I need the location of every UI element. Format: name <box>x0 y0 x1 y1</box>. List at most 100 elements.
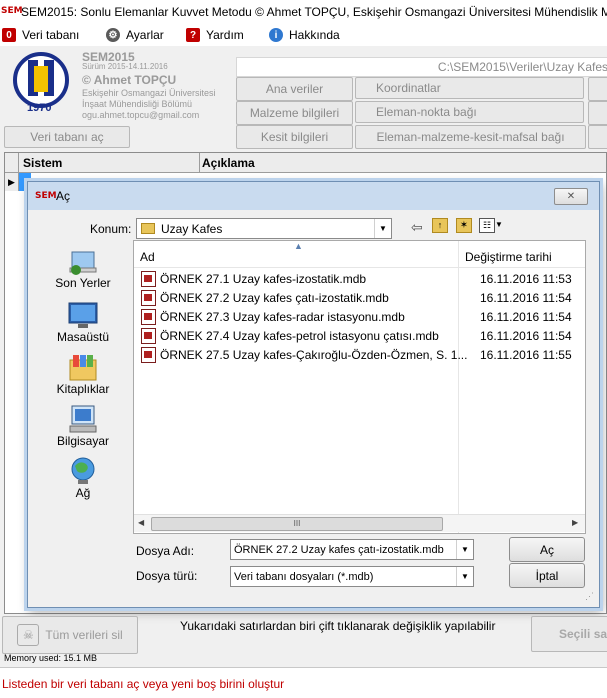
resize-grip-icon[interactable]: ⋰ <box>585 591 594 602</box>
zero-icon: 0 <box>2 28 16 42</box>
kesit-bilgileri-button[interactable]: Kesit bilgileri <box>236 125 353 149</box>
konum-value: Uzay Kafes <box>161 221 223 236</box>
menu-item-ayarlar[interactable]: ⚙ Ayarlar <box>106 27 164 43</box>
title-bar: SEM SEM2015: Sonlu Elemanlar Kuvvet Meto… <box>0 0 607 25</box>
ana-veriler-button[interactable]: Ana veriler <box>236 77 353 101</box>
path-field: C:\SEM2015\Veriler\Uzay Kafes <box>236 57 607 77</box>
menu-item-hakkinda[interactable]: i Hakkında <box>269 27 340 43</box>
horizontal-scrollbar[interactable]: ◀ III ▶ <box>134 514 585 532</box>
menu-item-label: Ayarlar <box>126 28 164 42</box>
database-file-icon <box>141 328 156 344</box>
menu-item-label: Veri tabanı <box>22 28 80 42</box>
libraries-icon <box>68 352 98 382</box>
delete-all-button[interactable]: ☠ Tüm verileri sil <box>2 616 138 654</box>
chevron-down-icon: ▼ <box>374 219 391 238</box>
place-label: Ağ <box>75 486 91 500</box>
file-name: ÖRNEK 27.1 Uzay kafes-izostatik.mdb <box>160 272 367 286</box>
file-row[interactable]: ÖRNEK 27.2 Uzay kafes çatı-izostatik.mdb… <box>141 289 581 307</box>
file-row[interactable]: ÖRNEK 27.4 Uzay kafes-petrol istasyonu ç… <box>141 327 581 345</box>
new-folder-icon[interactable]: ✶ <box>456 218 472 233</box>
selected-row-button[interactable]: Seçili sat <box>531 616 607 652</box>
column-header-ad[interactable]: Ad <box>140 250 155 264</box>
status-bar: Listeden bir veri tabanı aç veya yeni bo… <box>0 667 607 698</box>
column-divider <box>199 153 200 172</box>
extra-button-1[interactable] <box>588 77 607 101</box>
app-logo-icon: SEM <box>1 6 23 16</box>
memory-readout: Memory used: 15.1 MB <box>4 653 98 663</box>
eleman-nokta-bagi-button[interactable]: Eleman-nokta bağı <box>355 101 584 123</box>
file-date: 16.11.2016 11:53 <box>480 272 572 286</box>
malzeme-bilgileri-button[interactable]: Malzeme bilgileri <box>236 101 353 125</box>
up-folder-icon[interactable]: ↑ <box>432 218 448 233</box>
menu-item-label: Yardım <box>206 28 244 42</box>
scroll-left-icon[interactable]: ◀ <box>138 518 144 527</box>
filetype-dropdown[interactable]: Veri tabanı dosyaları (*.mdb) ▼ <box>230 566 474 587</box>
help-icon: ? <box>186 28 200 42</box>
view-chevron-icon[interactable]: ▼ <box>495 220 503 229</box>
app-university: Eskişehir Osmangazi Üniversitesi <box>82 88 216 98</box>
folder-icon <box>141 223 155 234</box>
place-kitapliklar[interactable]: Kitaplıklar <box>43 352 123 396</box>
column-header-aciklama[interactable]: Açıklama <box>202 156 255 170</box>
column-header-date[interactable]: Değiştirme tarihi <box>465 250 552 264</box>
delete-all-label: Tüm verileri sil <box>45 628 123 642</box>
window-title: SEM2015: Sonlu Elemanlar Kuvvet Metodu ©… <box>21 5 607 19</box>
menu-item-veri-tabani[interactable]: 0 Veri tabanı <box>2 27 79 43</box>
place-label: Son Yerler <box>55 276 111 290</box>
open-file-dialog: SEM Aç ✕ Konum: Uzay Kafes ▼ ⇦ ↑ ✶ ☷ ▼ S… <box>27 181 600 608</box>
place-bilgisayar[interactable]: Bilgisayar <box>43 404 123 448</box>
file-name: ÖRNEK 27.3 Uzay kafes-radar istasyonu.md… <box>160 310 405 324</box>
place-son-yerler[interactable]: Son Yerler <box>43 246 123 290</box>
info-icon: i <box>269 28 283 42</box>
recent-places-icon <box>68 246 98 276</box>
file-list[interactable]: Ad ▲ Değiştirme tarihi ÖRNEK 27.1 Uzay k… <box>133 240 586 534</box>
cancel-button[interactable]: İptal <box>509 563 585 588</box>
back-icon[interactable]: ⇦ <box>411 219 423 236</box>
chevron-down-icon[interactable]: ▼ <box>456 540 473 559</box>
place-label: Kitaplıklar <box>56 382 110 396</box>
file-name: ÖRNEK 27.2 Uzay kafes çatı-izostatik.mdb <box>160 291 389 305</box>
column-header-sistem[interactable]: Sistem <box>23 156 62 170</box>
file-date: 16.11.2016 11:54 <box>480 310 572 324</box>
open-button[interactable]: Aç <box>509 537 585 562</box>
app-email: ogu.ahmet.topcu@gmail.com <box>82 110 200 120</box>
logo-year: 1970 <box>27 102 52 114</box>
place-ag[interactable]: Ağ <box>43 456 123 500</box>
place-masaustu[interactable]: Masaüstü <box>43 300 123 344</box>
konum-dropdown[interactable]: Uzay Kafes ▼ <box>136 218 392 239</box>
filename-value: ÖRNEK 27.2 Uzay kafes çatı-izostatik.mdb <box>234 543 444 556</box>
file-row[interactable]: ÖRNEK 27.5 Uzay kafes-Çakıroğlu-Özden-Öz… <box>141 346 581 364</box>
dialog-close-button[interactable]: ✕ <box>554 188 588 205</box>
file-row[interactable]: ÖRNEK 27.3 Uzay kafes-radar istasyonu.md… <box>141 308 581 326</box>
file-date: 16.11.2016 11:55 <box>480 348 572 362</box>
konum-label: Konum: <box>90 222 132 236</box>
place-label: Masaüstü <box>56 330 110 344</box>
grid-header <box>5 153 606 173</box>
grid-corner <box>5 153 19 172</box>
row-marker-icon[interactable]: ▶ <box>5 173 19 191</box>
menu-bar: 0 Veri tabanı ⚙ Ayarlar ? Yardım i Hakkı… <box>0 24 607 46</box>
database-file-icon <box>141 309 156 325</box>
app-author: © Ahmet TOPÇU <box>82 73 177 87</box>
computer-icon <box>68 404 98 434</box>
scroll-right-icon[interactable]: ▶ <box>572 518 578 527</box>
filename-input[interactable]: ÖRNEK 27.2 Uzay kafes çatı-izostatik.mdb… <box>230 539 474 560</box>
desktop-icon <box>68 300 98 330</box>
menu-item-yardim[interactable]: ? Yardım <box>186 27 244 43</box>
dialog-logo-icon: SEM <box>35 191 57 201</box>
extra-button-3[interactable] <box>588 125 607 149</box>
file-row[interactable]: ÖRNEK 27.1 Uzay kafes-izostatik.mdb 16.1… <box>141 270 581 288</box>
chevron-down-icon[interactable]: ▼ <box>456 567 473 586</box>
eleman-malzeme-kesit-mafsal-bagi-button[interactable]: Eleman-malzeme-kesit-mafsal bağı <box>355 125 586 149</box>
extra-button-2[interactable] <box>588 101 607 125</box>
koordinatlar-button[interactable]: Koordinatlar <box>355 77 584 99</box>
view-menu-icon[interactable]: ☷ <box>479 218 495 233</box>
filetype-label: Dosya türü: <box>136 569 198 583</box>
dialog-title-bar: SEM Aç ✕ <box>28 182 599 210</box>
filename-label: Dosya Adı: <box>136 544 195 558</box>
status-text: Listeden bir veri tabanı aç veya yeni bo… <box>2 677 285 691</box>
file-date: 16.11.2016 11:54 <box>480 329 572 343</box>
scroll-thumb[interactable]: III <box>151 517 443 531</box>
open-database-button[interactable]: Veri tabanı aç <box>4 126 130 148</box>
database-file-icon <box>141 347 156 363</box>
